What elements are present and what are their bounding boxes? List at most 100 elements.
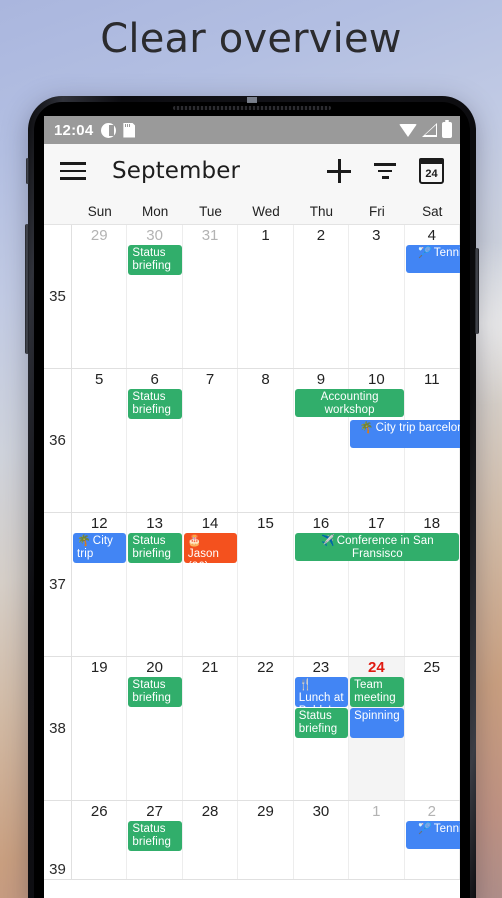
calendar-grid: 352930311234Status briefing🏸Tennis365678… xyxy=(44,225,460,880)
day-number: 26 xyxy=(90,803,108,820)
day-cell[interactable]: 29 xyxy=(238,801,294,879)
weekday-thu: Thu xyxy=(309,203,334,219)
calendar-event-chip[interactable]: 🎂Jason (26) xyxy=(183,533,238,563)
calendar-event-chip[interactable]: Status briefing xyxy=(294,708,349,738)
day-number: 10 xyxy=(368,371,385,388)
hamburger-menu-icon[interactable] xyxy=(56,154,90,188)
calendar-event-chip[interactable]: Team meeting xyxy=(350,677,404,707)
day-cell[interactable]: 8 xyxy=(238,369,294,512)
calendar-event-chip[interactable]: Spinning xyxy=(350,708,404,738)
day-cell[interactable]: 7 xyxy=(182,369,239,512)
day-cell[interactable]: 3 xyxy=(349,225,405,368)
event-title: Team meeting xyxy=(354,679,396,704)
week-number[interactable]: 36 xyxy=(44,369,72,512)
day-cell[interactable]: 30 xyxy=(293,801,350,879)
side-button-top[interactable] xyxy=(26,158,29,184)
day-number: 2 xyxy=(316,227,326,244)
day-cell[interactable]: 21 xyxy=(182,657,239,800)
calendar-event-chip[interactable]: Status briefing xyxy=(128,389,182,419)
weekday-fri: Fri xyxy=(368,203,385,219)
day-number: 6 xyxy=(150,371,159,388)
day-number: 7 xyxy=(205,371,215,388)
day-number: 28 xyxy=(201,803,219,820)
calendar-event-chip[interactable]: ✈️ Conference in San Fransisco xyxy=(294,533,459,561)
volume-button[interactable] xyxy=(25,224,29,354)
day-cell[interactable]: 22 xyxy=(238,657,294,800)
dnd-icon xyxy=(101,122,117,138)
calendar-event-chip[interactable]: Accounting workshop xyxy=(294,389,404,417)
day-cell[interactable]: 1 xyxy=(349,801,405,879)
day-number: 30 xyxy=(312,803,330,820)
day-number: 31 xyxy=(201,227,219,244)
toolbar-actions: 24 xyxy=(327,158,448,184)
day-cell[interactable]: 2 xyxy=(293,225,350,368)
day-number: 23 xyxy=(312,659,330,676)
day-number: 29 xyxy=(257,803,274,820)
status-bar-clock: 12:04 xyxy=(54,121,94,139)
calendar-today-icon[interactable]: 24 xyxy=(418,158,445,184)
front-camera-icon xyxy=(247,97,257,103)
event-title: Lunch at Pablo's xyxy=(298,692,344,707)
day-cell[interactable]: 5 xyxy=(72,369,128,512)
calendar-event-chip[interactable]: 🌴City trip barcelona xyxy=(350,420,460,448)
status-bar: 12:04 xyxy=(44,116,460,144)
day-number: 30 xyxy=(146,227,163,244)
day-cell[interactable]: 28 xyxy=(182,801,239,879)
day-number: 5 xyxy=(95,371,104,388)
day-cell[interactable]: 19 xyxy=(72,657,128,800)
month-title[interactable]: September xyxy=(112,158,240,184)
calendar-event-chip[interactable]: 🏸Tennis xyxy=(405,245,460,273)
week-number[interactable]: 35 xyxy=(44,225,72,368)
battery-icon xyxy=(442,120,452,138)
status-bar-right-icons xyxy=(399,120,452,138)
calendar-event-chip[interactable]: Status briefing xyxy=(128,245,182,275)
calendar-week-row: 37 12 13 14 15 16 17 18 🌴 City trip Status briefin… xyxy=(44,513,460,657)
week-number[interactable]: 37 xyxy=(44,513,72,656)
day-number: 22 xyxy=(257,659,274,676)
plus-icon[interactable] xyxy=(327,159,351,183)
power-button[interactable] xyxy=(475,248,479,334)
day-cell[interactable]: 29 xyxy=(72,225,128,368)
day-cell[interactable]: 25 xyxy=(404,657,460,800)
event-emoji-icon: 🏸 xyxy=(417,823,432,835)
day-number: 13 xyxy=(146,515,163,532)
app-toolbar: September 24 xyxy=(44,144,460,198)
day-number: 12 xyxy=(90,515,108,532)
event-emoji-icon: 🏸 xyxy=(417,247,432,259)
calendar-event-chip[interactable]: Status briefing xyxy=(128,677,182,707)
calendar-event-chip[interactable]: 🏸Tennis xyxy=(405,821,460,849)
event-title: City trip barcelona xyxy=(375,422,460,434)
calendar-event-chip[interactable]: 🍴Lunch at Pablo's xyxy=(294,677,349,707)
day-number: 27 xyxy=(146,803,163,820)
event-title: Status briefing xyxy=(132,823,171,848)
day-number: 2 xyxy=(427,803,436,820)
week-number[interactable]: 38 xyxy=(44,657,72,800)
day-number: 1 xyxy=(372,803,381,820)
day-number: 16 xyxy=(312,515,330,532)
event-title: Status briefing xyxy=(298,710,338,735)
week-number[interactable]: 39 xyxy=(44,801,72,879)
event-title: Accounting workshop xyxy=(320,391,379,416)
event-title: Jason (26) xyxy=(187,548,220,563)
day-cell[interactable]: 31 xyxy=(182,225,239,368)
day-number: 9 xyxy=(316,371,326,388)
calendar-event-chip[interactable]: 🌴 City trip xyxy=(73,533,127,563)
filter-icon[interactable] xyxy=(373,160,397,182)
day-number: 3 xyxy=(372,227,381,244)
day-cell[interactable]: 1 xyxy=(238,225,294,368)
event-emoji-icon: 🍴 xyxy=(298,679,313,691)
day-cell[interactable]: 26 xyxy=(72,801,128,879)
day-number: 4 xyxy=(427,227,436,244)
earpiece-speaker xyxy=(173,106,331,110)
event-title: Status briefing xyxy=(132,535,171,560)
event-title: Tennis xyxy=(433,823,460,835)
weekday-mon: Mon xyxy=(142,203,169,219)
day-number: 20 xyxy=(146,659,163,676)
day-cell[interactable]: 15 xyxy=(238,513,294,656)
calendar-event-chip[interactable]: Status briefing xyxy=(128,821,182,851)
calendar-event-chip[interactable]: Status briefing xyxy=(128,533,182,563)
day-number: 29 xyxy=(90,227,108,244)
weekday-tue: Tue xyxy=(199,203,222,219)
weekday-sat: Sat xyxy=(422,203,443,219)
day-number: 8 xyxy=(261,371,270,388)
